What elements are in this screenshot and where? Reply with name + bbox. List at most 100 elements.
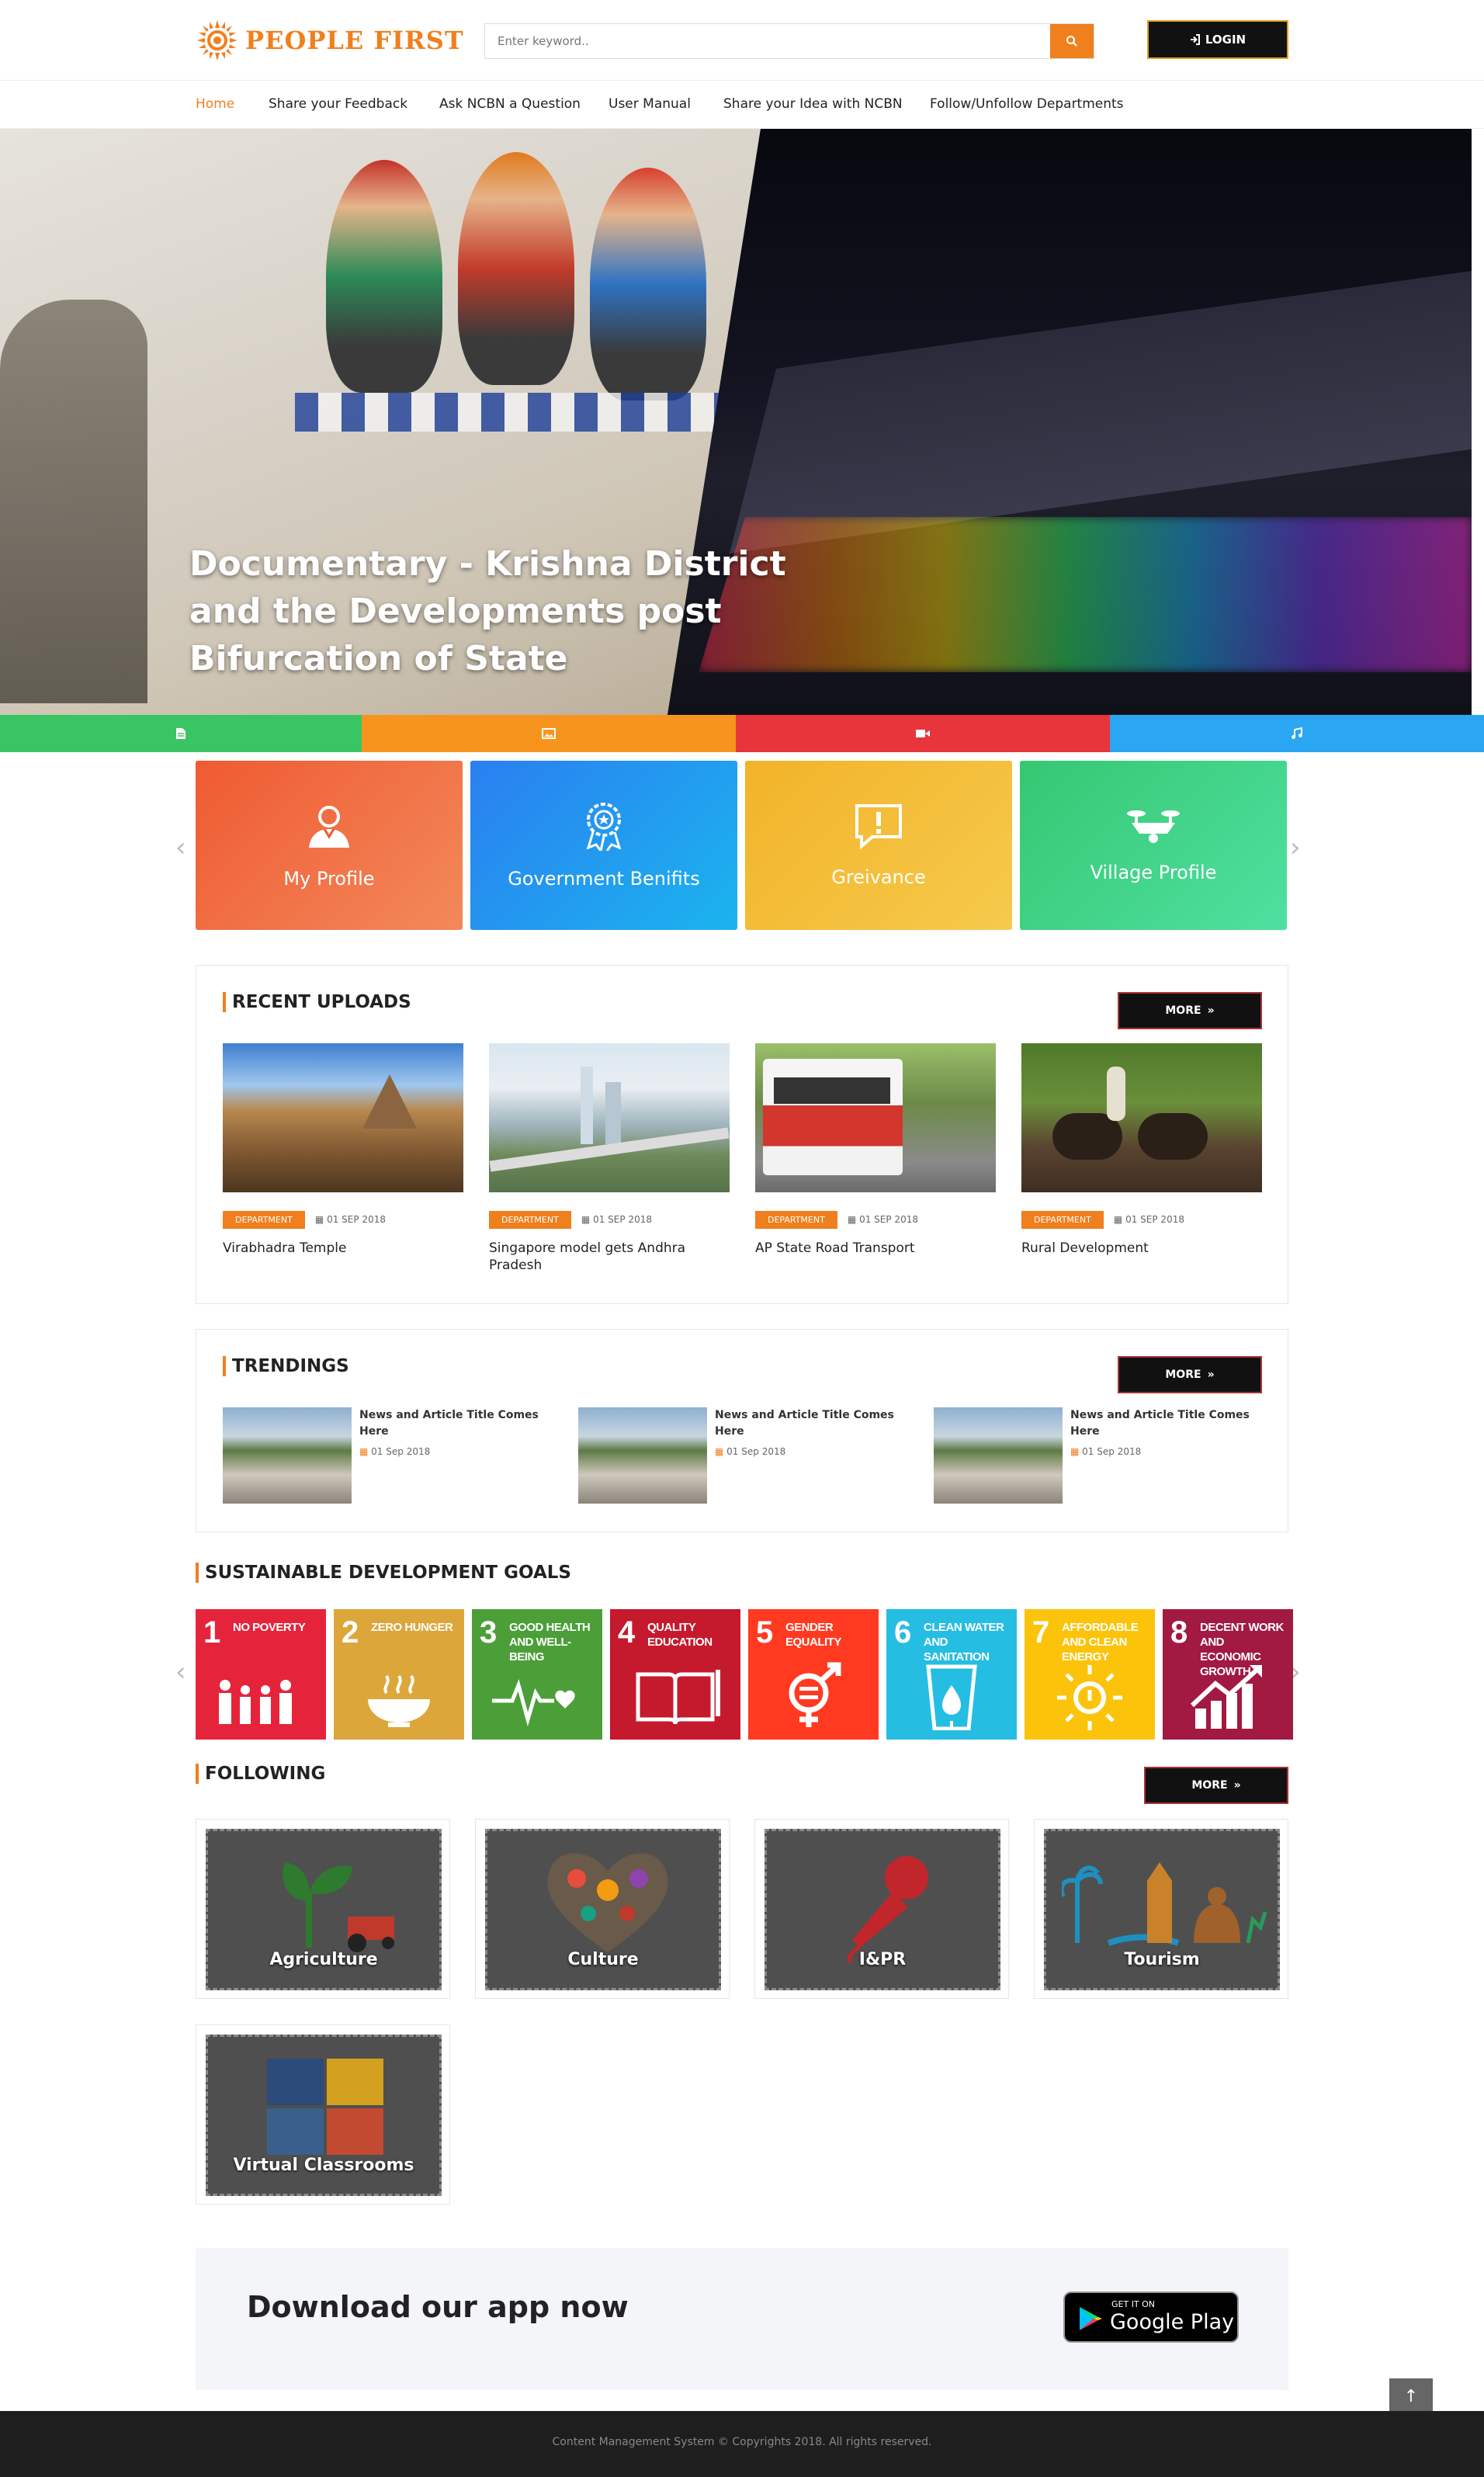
upload-date-text: 01 SEP 2018 [593,1214,652,1225]
recent-uploads-section: RECENT UPLOADS MORE » DEPARTMENT ▦ 01 SE… [196,965,1288,1304]
sdg-title: SUSTAINABLE DEVELOPMENT GOALS [196,1563,571,1583]
sdg-tile-7[interactable]: 7 AFFORDABLE AND CLEAN ENERGY [1025,1609,1155,1740]
store-name: Google Play [1110,2310,1235,2334]
card-grievance[interactable]: Greivance [745,761,1012,930]
family-icon [219,1680,292,1724]
trending-thumbnail[interactable] [578,1407,707,1504]
search-icon [1066,36,1077,47]
sdg-prev-arrow[interactable]: ‹ [175,1657,186,1688]
follow-card-image: Virtual Classrooms [206,2035,442,2196]
card-village-profile[interactable]: Village Profile [1020,761,1287,930]
energy-sun-icon [1057,1665,1122,1730]
upload-thumbnail[interactable] [489,1043,730,1192]
cards-prev-arrow[interactable]: ‹ [175,832,186,863]
follow-card-image: Tourism [1044,1829,1280,1990]
trending-thumbnail[interactable] [934,1407,1063,1504]
nav-item-home[interactable]: Home [196,96,234,112]
search-input[interactable] [485,24,1050,58]
nav-item-follow-departments[interactable]: Follow/Unfollow Departments [930,96,1124,112]
trending-item[interactable]: News and Article Title Comes Here ▦ 01 S… [578,1407,912,1508]
scroll-to-top-button[interactable]: ↑ [1389,2378,1433,2414]
trending-item[interactable]: News and Article Title Comes Here ▦ 01 S… [223,1407,556,1508]
arrow-up-icon: ↑ [1403,2386,1419,2406]
upload-thumbnail[interactable] [223,1043,463,1192]
site-footer: Content Management System © Copyrights 2… [0,2411,1484,2477]
trendings-more-button[interactable]: MORE » [1118,1356,1262,1393]
microphone-icon [847,1856,928,1963]
section-title: RECENT UPLOADS [223,992,411,1012]
alert-message-icon [855,804,902,849]
sdg-tile-5[interactable]: 5 GENDER EQUALITY [748,1609,879,1740]
nav-item-share-idea[interactable]: Share your Idea with NCBN [723,96,903,112]
sdg-label: ZERO HUNGER [371,1621,453,1634]
nav-item-feedback[interactable]: Share your Feedback [269,96,407,112]
upload-title[interactable]: Singapore model gets Andhra Pradesh [489,1240,730,1274]
calendar-icon: ▦ [1070,1446,1080,1457]
sdg-tile-4[interactable]: 4 QUALITY EDUCATION [610,1609,740,1740]
department-badge[interactable]: DEPARTMENT [223,1211,305,1229]
upload-card[interactable]: DEPARTMENT ▦ 01 SEP 2018 Singapore model… [489,1043,730,1274]
card-government-benefits[interactable]: Government Benifits [470,761,737,930]
upload-card[interactable]: DEPARTMENT ▦ 01 SEP 2018 Rural Developme… [1021,1043,1262,1257]
calendar-icon: ▦ [581,1214,591,1225]
upload-date: ▦ 01 SEP 2018 [848,1214,918,1225]
tab-audio[interactable] [1110,715,1484,752]
trending-item[interactable]: News and Article Title Comes Here ▦ 01 S… [934,1407,1267,1508]
sdg-tile-2[interactable]: 2 ZERO HUNGER [334,1609,464,1740]
sdg-tile-3[interactable]: 3 GOOD HEALTH AND WELL-BEING [472,1609,602,1740]
following-more-button[interactable]: MORE » [1144,1767,1288,1804]
hero-banner[interactable]: Documentary - Krishna District and the D… [0,129,1472,715]
tab-documents[interactable] [0,715,362,752]
cards-next-arrow[interactable]: › [1290,832,1301,863]
google-play-button[interactable]: GET IT ON Google Play [1063,2291,1239,2343]
sdg-label: NO POVERTY [233,1621,306,1634]
follow-card-label: Virtual Classrooms [233,2156,414,2175]
follow-card-culture[interactable]: Culture [475,1819,730,1999]
upload-title[interactable]: AP State Road Transport [755,1240,996,1257]
store-small-text: GET IT ON [1111,2299,1156,2309]
department-badge[interactable]: DEPARTMENT [489,1211,571,1229]
card-my-profile[interactable]: My Profile [196,761,463,930]
trending-title[interactable]: News and Article Title Comes Here [715,1407,909,1440]
main-nav: Home Share your Feedback Ask NCBN a Ques… [0,81,1484,129]
growth-chart-icon [1190,1664,1263,1729]
follow-card-tourism[interactable]: Tourism [1034,1819,1288,1999]
upload-title[interactable]: Virabhadra Temple [223,1240,463,1257]
sdg-tile-1[interactable]: 1 NO POVERTY [196,1609,326,1740]
copyright-text: Content Management System © Copyrights 2… [552,2436,932,2448]
logo[interactable]: PEOPLE FIRST [196,19,464,62]
search-button[interactable] [1050,24,1094,58]
trendings-section: TRENDINGS MORE » News and Article Title … [196,1329,1288,1532]
tab-videos[interactable] [736,715,1110,752]
upload-thumbnail[interactable] [755,1043,996,1192]
upload-card[interactable]: DEPARTMENT ▦ 01 SEP 2018 AP State Road T… [755,1043,996,1257]
calendar-icon: ▦ [1113,1214,1123,1225]
music-icon [1292,727,1302,739]
hero-title: Documentary - Krishna District and the D… [189,544,786,678]
book-icon [636,1670,720,1725]
sdg-number: 3 [480,1615,498,1650]
calendar-icon: ▦ [359,1446,369,1457]
trending-title[interactable]: News and Article Title Comes Here [359,1407,553,1440]
login-button[interactable]: LOGIN [1147,20,1288,59]
upload-thumbnail[interactable] [1021,1043,1262,1192]
upload-card[interactable]: DEPARTMENT ▦ 01 SEP 2018 Virabhadra Temp… [223,1043,463,1257]
department-badge[interactable]: DEPARTMENT [1021,1211,1104,1229]
follow-card-agriculture[interactable]: Agriculture [196,1819,450,1999]
media-tabs [0,715,1484,752]
sdg-tile-8[interactable]: 8 DECENT WORK AND ECONOMIC GROWTH [1163,1609,1293,1740]
upload-title[interactable]: Rural Development [1021,1240,1262,1257]
sdg-tile-6[interactable]: 6 CLEAN WATER AND SANITATION [886,1609,1017,1740]
trending-thumbnail[interactable] [223,1407,352,1504]
nav-item-user-manual[interactable]: User Manual [609,96,691,112]
classroom-collage [267,2059,383,2155]
trending-title[interactable]: News and Article Title Comes Here [1070,1407,1264,1440]
tab-images[interactable] [362,715,736,752]
nav-item-ask-question[interactable]: Ask NCBN a Question [439,96,581,112]
follow-card-virtual-classrooms[interactable]: Virtual Classrooms [196,2024,450,2205]
heartbeat-icon [492,1679,575,1727]
department-badge[interactable]: DEPARTMENT [755,1211,837,1229]
follow-card-ipr[interactable]: I&PR [754,1819,1009,1999]
sun-logo-icon [197,20,238,61]
recent-uploads-more-button[interactable]: MORE » [1118,992,1262,1029]
